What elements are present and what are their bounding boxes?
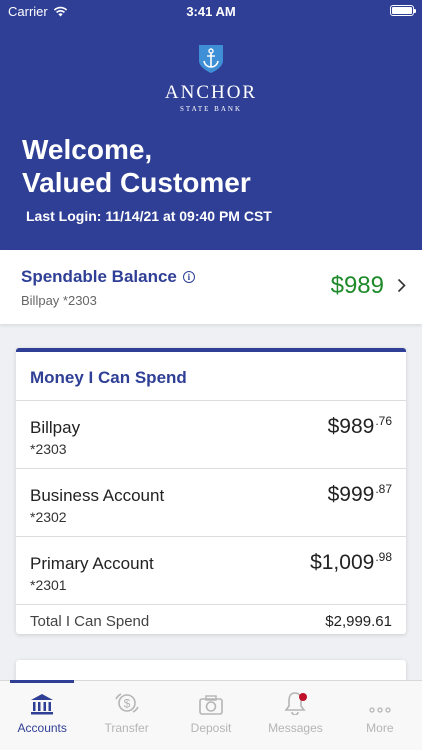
- battery-icon: [390, 5, 416, 16]
- tab-deposit[interactable]: Deposit: [169, 681, 253, 750]
- tab-label: Deposit: [190, 721, 232, 735]
- tab-label: More: [366, 721, 394, 735]
- spendable-title: Spendable Balance: [21, 267, 177, 286]
- account-number: *2302: [30, 509, 67, 525]
- status-bar: Carrier 3:41 AM: [0, 0, 422, 24]
- account-row-business[interactable]: Business Account *2302 $999.87: [16, 469, 406, 537]
- spendable-amount: $989: [330, 272, 384, 299]
- tab-accounts[interactable]: Accounts: [0, 680, 84, 750]
- svg-text:$: $: [123, 697, 130, 711]
- welcome-heading: Welcome, Valued Customer: [22, 133, 402, 199]
- total-label: Total I Can Spend: [30, 613, 150, 630]
- welcome-line-1: Welcome,: [22, 134, 153, 165]
- camera-icon: [199, 695, 223, 715]
- card-title: Money I Can Spend: [16, 352, 406, 401]
- tab-more[interactable]: More: [338, 681, 422, 750]
- bank-name: ANCHOR: [164, 82, 258, 103]
- tab-bar: Accounts $ Transfer Deposit Messages Mor…: [0, 680, 422, 750]
- tab-label: Accounts: [17, 721, 67, 735]
- account-name: Business Account: [30, 486, 165, 505]
- account-balance: $989.76: [327, 414, 392, 438]
- ellipsis-icon: [369, 707, 391, 713]
- bank-icon: [31, 694, 54, 715]
- total-amount: $2,999.61: [325, 613, 392, 630]
- account-balance: $1,009.98: [310, 550, 392, 574]
- spendable-account: Billpay *2303: [21, 293, 97, 308]
- chevron-right-icon: [397, 278, 406, 293]
- account-name: Primary Account: [30, 554, 154, 573]
- spendable-balance-row[interactable]: Spendable Balance i Billpay *2303 $989: [0, 250, 422, 324]
- welcome-line-2: Valued Customer: [22, 167, 251, 198]
- account-row-billpay[interactable]: Billpay *2303 $989.76: [16, 401, 406, 469]
- account-row-primary[interactable]: Primary Account *2301 $1,009.98: [16, 537, 406, 605]
- total-row: Total I Can Spend $2,999.61: [16, 605, 406, 635]
- tab-transfer[interactable]: $ Transfer: [84, 681, 168, 750]
- status-time: 3:41 AM: [186, 4, 236, 19]
- tab-label: Transfer: [104, 721, 149, 735]
- account-number: *2303: [30, 441, 67, 457]
- bank-logo: ANCHOR STATE BANK: [0, 44, 422, 113]
- transfer-dollar-icon: $: [114, 693, 139, 713]
- account-balance: $999.87: [327, 482, 392, 506]
- last-login: Last Login: 11/14/21 at 09:40 PM CST: [26, 208, 272, 224]
- info-icon[interactable]: i: [182, 271, 195, 283]
- header: Carrier 3:41 AM ANCHOR STATE BANK Welcom…: [0, 0, 422, 250]
- tab-messages[interactable]: Messages: [253, 681, 337, 750]
- money-i-can-spend-card: Money I Can Spend Billpay *2303 $989.76 …: [16, 348, 406, 634]
- account-name: Billpay: [30, 418, 81, 437]
- anchor-shield-icon: [199, 45, 223, 73]
- bank-subtitle: STATE BANK: [179, 105, 243, 113]
- account-number: *2301: [30, 577, 67, 593]
- tab-label: Messages: [268, 721, 323, 735]
